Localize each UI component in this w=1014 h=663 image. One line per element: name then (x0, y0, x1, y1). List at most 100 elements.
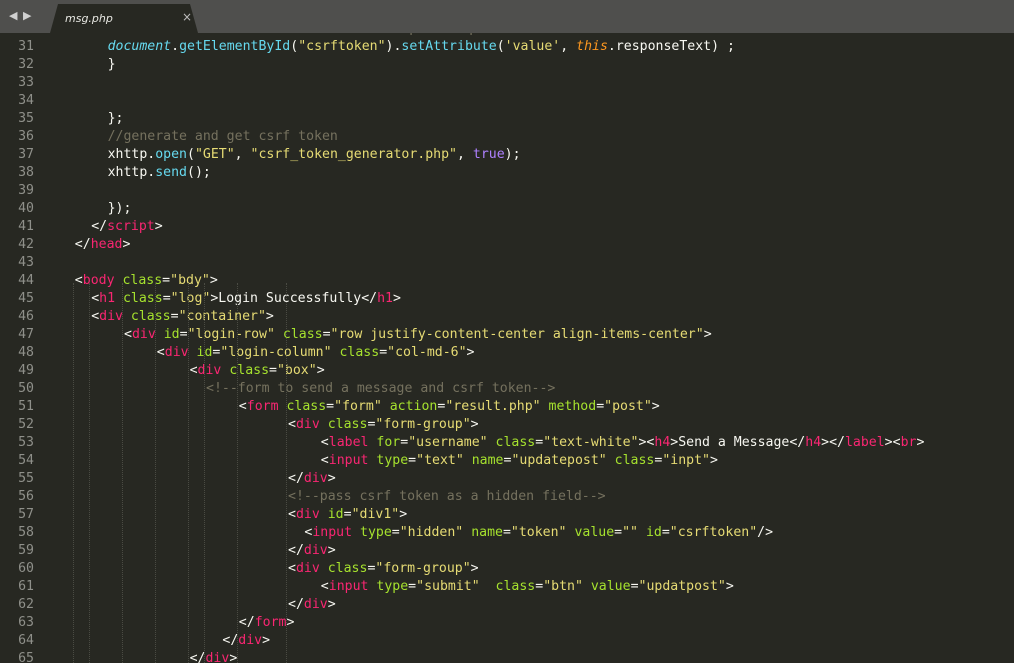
code-line[interactable]: 55 </div> (0, 470, 1014, 488)
code-token: "csrf_token_generator.php" (250, 147, 457, 162)
code-token: ( (496, 39, 505, 54)
code-token: , (456, 147, 473, 162)
code-token: "row justify-content-center align-items-… (330, 327, 704, 342)
code-line[interactable]: 53 <label for="username" class="text-whit… (0, 434, 1014, 452)
code-token: = (379, 345, 388, 360)
code-token: h1 (377, 291, 393, 306)
previous-tab-arrow-icon[interactable]: ◀ (9, 9, 17, 22)
code-token: h4 (654, 435, 671, 450)
code-token: = (408, 453, 417, 468)
code-text: <!--form to send a message and csrf toke… (206, 380, 555, 398)
code-token: div (205, 651, 230, 663)
code-token: "text" (416, 453, 464, 468)
code-line[interactable]: 38 xhttp.send(); (0, 164, 1014, 182)
code-line[interactable]: 61 <input type="submit" class="btn" value… (0, 578, 1014, 596)
code-line[interactable]: 41 </script> (0, 218, 1014, 236)
code-line[interactable]: 39 (0, 182, 1014, 200)
code-line[interactable]: 31 document.getElementById("csrftoken").s… (0, 38, 1014, 56)
indent-guide (204, 283, 205, 663)
code-text: <div class="form-group"> (288, 560, 479, 578)
code-line[interactable]: 37 xhttp.open("GET", "csrf_token_generato… (0, 146, 1014, 164)
code-line[interactable]: 44 <body class="bdy"> (0, 272, 1014, 290)
code-line[interactable]: 36 //generate and get csrf token (0, 128, 1014, 146)
code-line[interactable]: 32} (0, 56, 1014, 74)
code-text: </div> (190, 650, 238, 663)
code-token: "div1" (351, 507, 400, 522)
code-token: 'value' (504, 39, 561, 54)
code-line[interactable]: 59 </div> (0, 542, 1014, 560)
code-token: br (900, 435, 917, 450)
code-line[interactable]: 45 <h1 class="log">Login Successfully</h1… (0, 290, 1014, 308)
code-line[interactable]: 57 <div id="div1"> (0, 506, 1014, 524)
code-line[interactable]: 33 (0, 74, 1014, 92)
code-token: < (189, 363, 198, 378)
code-token: type (376, 453, 409, 468)
code-text: </div> (288, 542, 336, 560)
code-line[interactable]: 51 <form class="form" action="result.php"… (0, 398, 1014, 416)
code-line[interactable]: 42 </head> (0, 236, 1014, 254)
code-line[interactable]: 47 <div id="login-row" class="row justify… (0, 326, 1014, 344)
code-token: //set csrf token as a hidden field in po… (108, 33, 505, 36)
line-number: 57 (18, 507, 34, 522)
code-line[interactable]: 63 </form> (0, 614, 1014, 632)
code-line[interactable]: 48 <div id="login-column" class="col-md-6… (0, 344, 1014, 362)
code-token: form (246, 399, 279, 414)
code-line[interactable]: 65 </div> (0, 650, 1014, 663)
tab-msg-php[interactable]: msg.php × (50, 4, 198, 33)
code-line[interactable]: 52 <div class="form-group"> (0, 416, 1014, 434)
code-token: >Login Successfully</ (210, 291, 378, 306)
code-token: class (327, 561, 368, 576)
next-tab-arrow-icon[interactable]: ▶ (23, 9, 31, 22)
code-token: div (295, 507, 320, 522)
code-token: > (316, 363, 325, 378)
line-number: 43 (18, 255, 34, 270)
code-token: >< (884, 435, 901, 450)
code-token: < (156, 345, 165, 360)
code-token: /> (757, 525, 774, 540)
code-token: this (576, 39, 608, 54)
code-token: class (286, 399, 327, 414)
line-number: 41 (18, 219, 34, 234)
code-token: . (171, 39, 180, 54)
code-line[interactable]: 49 <div class="box"> (0, 362, 1014, 380)
code-line[interactable]: 58 <input type="hidden" name="token" valu… (0, 524, 1014, 542)
line-number: 31 (18, 39, 34, 54)
code-line[interactable]: 40}); (0, 200, 1014, 218)
code-token: xhttp. (107, 165, 156, 180)
code-line[interactable]: 62 </div> (0, 596, 1014, 614)
indent-guide (89, 283, 91, 663)
code-line[interactable]: 46 <div class="container"> (0, 308, 1014, 326)
code-token: "username" (408, 435, 488, 450)
code-token: "text-white" (543, 435, 639, 450)
line-number: 47 (18, 327, 34, 342)
code-token: div (197, 363, 222, 378)
code-editor[interactable]: 30//set csrf token as a hidden field in … (0, 33, 1014, 663)
code-line[interactable]: 56 <!--pass csrf token as a hidden field-… (0, 488, 1014, 506)
line-number: 64 (18, 633, 34, 648)
code-token: true (472, 147, 505, 162)
code-line[interactable]: 64 </div> (0, 632, 1014, 650)
code-token: = (614, 525, 623, 540)
code-line[interactable]: 60 <div class="form-group"> (0, 560, 1014, 578)
code-token: setAttribute (401, 39, 497, 54)
code-token: form (254, 615, 287, 630)
indent-guide (187, 283, 189, 663)
code-line[interactable]: 35}; (0, 110, 1014, 128)
code-token: > (703, 327, 712, 342)
code-token: document (107, 39, 172, 54)
code-token: = (661, 525, 670, 540)
code-token: < (288, 417, 296, 432)
code-token: input (328, 579, 369, 594)
close-tab-icon[interactable]: × (182, 10, 192, 24)
code-token: "inpt" (662, 453, 710, 468)
code-line[interactable]: 34 (0, 92, 1014, 110)
code-line[interactable]: 54 <input type="text" name="updatepost" c… (0, 452, 1014, 470)
code-line[interactable]: 43 (0, 254, 1014, 272)
code-line[interactable]: 50 <!--form to send a message and csrf to… (0, 380, 1014, 398)
code-token: label (844, 435, 885, 450)
